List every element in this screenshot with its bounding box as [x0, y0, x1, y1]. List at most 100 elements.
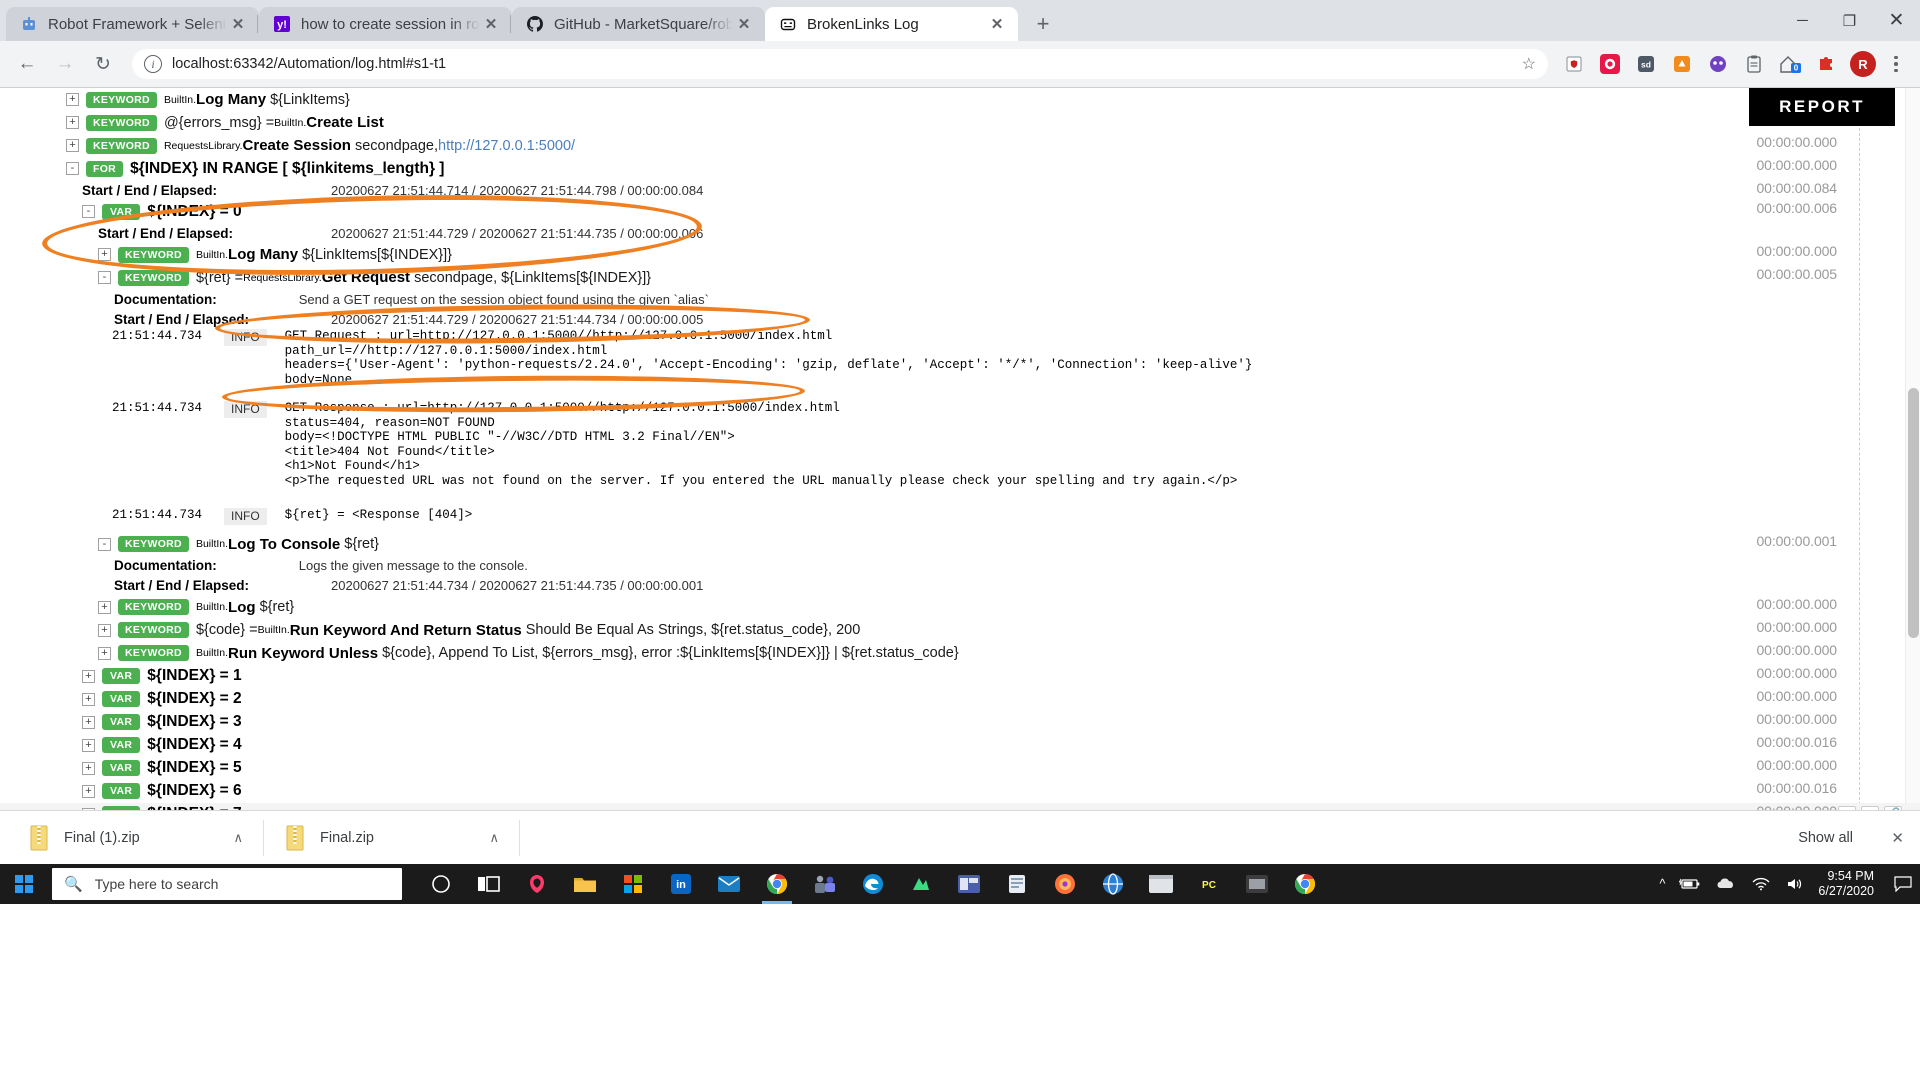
chevron-up-icon[interactable]: ∧: [475, 830, 513, 846]
clipboard-extension-icon[interactable]: [1739, 49, 1769, 79]
row-type-badge[interactable]: VAR: [102, 668, 141, 684]
close-downloads-bar-icon[interactable]: ✕: [1891, 829, 1904, 847]
row-type-badge[interactable]: FOR: [86, 160, 124, 177]
download-item-0[interactable]: Final (1).zip ∧: [14, 819, 264, 856]
task-view-icon[interactable]: [468, 864, 510, 904]
keyword-arg-link[interactable]: http://127.0.0.1:5000/: [438, 138, 575, 154]
wifi-icon[interactable]: [1744, 877, 1778, 891]
log-keyword-row[interactable]: + KEYWORD BuiltIn. Log ${ret} 00:00:00.000: [0, 596, 1920, 619]
row-type-badge[interactable]: KEYWORD: [118, 536, 189, 552]
log-keyword-row[interactable]: + KEYWORD RequestsLibrary. Create Session s…: [0, 134, 1920, 157]
dark-app-icon[interactable]: [1236, 864, 1278, 904]
close-icon[interactable]: ✕: [480, 13, 502, 35]
bookmark-star-icon[interactable]: ☆: [1512, 54, 1536, 74]
log-keyword-row[interactable]: + KEYWORD @{errors_msg} = BuiltIn. Create L…: [0, 111, 1920, 134]
expand-toggle[interactable]: +: [66, 139, 79, 152]
show-hidden-icons-icon[interactable]: ^: [1653, 877, 1673, 891]
row-type-badge[interactable]: VAR: [102, 691, 141, 707]
chrome-menu-icon[interactable]: [1882, 55, 1910, 73]
close-icon[interactable]: ✕: [227, 13, 249, 35]
terminal-icon[interactable]: [1140, 864, 1182, 904]
red-recorder-extension-icon[interactable]: [1595, 49, 1625, 79]
edge-icon[interactable]: [852, 864, 894, 904]
row-type-badge[interactable]: KEYWORD: [118, 599, 189, 615]
mail-icon[interactable]: [708, 864, 750, 904]
row-type-badge[interactable]: KEYWORD: [86, 114, 157, 131]
volume-icon[interactable]: [1778, 877, 1812, 891]
log-keyword-row[interactable]: + KEYWORD BuiltIn. Log Many ${LinkItems[${I…: [0, 243, 1920, 266]
log-keyword-row[interactable]: + KEYWORD BuiltIn. Run Keyword Unless ${cod…: [0, 642, 1920, 665]
expand-toggle[interactable]: -: [82, 205, 95, 218]
expand-toggle[interactable]: +: [82, 669, 95, 683]
browser-blue-icon[interactable]: [1092, 864, 1134, 904]
maximize-button[interactable]: ❐: [1826, 0, 1873, 41]
back-icon[interactable]: ←: [10, 47, 44, 81]
row-type-badge[interactable]: VAR: [102, 714, 141, 730]
window-app-icon[interactable]: [948, 864, 990, 904]
log-var-row[interactable]: - VAR ${INDEX} = 0 00:00:00.006: [0, 200, 1920, 223]
forward-icon[interactable]: →: [48, 47, 82, 81]
avatar[interactable]: R: [1850, 51, 1876, 77]
log-var-row[interactable]: + VAR ${INDEX} = 2 00:00:00.000: [0, 688, 1920, 711]
expand-toggle[interactable]: -: [98, 537, 111, 551]
log-keyword-row[interactable]: + KEYWORD ${code} = BuiltIn. Run Keyword An…: [0, 619, 1920, 642]
log-var-row[interactable]: + VAR ${INDEX} = 6 00:00:00.016: [0, 780, 1920, 803]
log-var-row[interactable]: + VAR ${INDEX} = 1 00:00:00.000: [0, 665, 1920, 688]
shield-extension-icon[interactable]: [1559, 49, 1589, 79]
reload-icon[interactable]: ↻: [86, 47, 120, 81]
expand-toggle[interactable]: -: [66, 162, 79, 175]
expand-toggle[interactable]: +: [82, 715, 95, 729]
row-type-badge[interactable]: VAR: [102, 203, 141, 220]
log-var-row[interactable]: + VAR ${INDEX} = 5 00:00:00.000: [0, 757, 1920, 780]
close-window-button[interactable]: ✕: [1873, 0, 1920, 41]
purple-extension-icon[interactable]: [1703, 49, 1733, 79]
row-type-badge[interactable]: KEYWORD: [86, 91, 157, 108]
firefox-icon[interactable]: [1044, 864, 1086, 904]
row-type-badge[interactable]: KEYWORD: [118, 246, 189, 263]
chrome-taskbar-icon[interactable]: [756, 864, 798, 904]
taskbar-clock[interactable]: 9:54 PM 6/27/2020: [1812, 869, 1886, 899]
close-icon[interactable]: ✕: [733, 13, 755, 35]
row-type-badge[interactable]: KEYWORD: [118, 645, 189, 661]
expand-toggle[interactable]: +: [66, 93, 79, 106]
document-app-icon[interactable]: [996, 864, 1038, 904]
report-button[interactable]: REPORT: [1749, 88, 1895, 126]
expand-toggle[interactable]: +: [82, 738, 95, 752]
start-button[interactable]: [0, 864, 48, 904]
chrome-taskbar-icon-2[interactable]: [1284, 864, 1326, 904]
log-keyword-row[interactable]: - KEYWORD BuiltIn. Log To Console ${ret} 00:…: [0, 533, 1920, 556]
battery-icon[interactable]: [1672, 877, 1708, 891]
sd-extension-icon[interactable]: sd: [1631, 49, 1661, 79]
pycharm-icon[interactable]: PC: [1188, 864, 1230, 904]
site-info-icon[interactable]: i: [144, 55, 162, 73]
row-type-badge[interactable]: VAR: [102, 783, 141, 799]
onedrive-icon[interactable]: [1708, 877, 1744, 891]
browser-tab-3[interactable]: BrokenLinks Log ✕: [765, 7, 1018, 41]
row-type-badge[interactable]: VAR: [102, 737, 141, 753]
expand-toggle[interactable]: +: [82, 784, 95, 798]
expand-toggle[interactable]: +: [82, 692, 95, 706]
row-type-badge[interactable]: KEYWORD: [118, 622, 189, 638]
log-for-row[interactable]: - FOR ${INDEX} IN RANGE [ ${linkitems_leng…: [0, 157, 1920, 180]
expand-toggle[interactable]: +: [66, 116, 79, 129]
firefox-dev-icon[interactable]: [516, 864, 558, 904]
browser-tab-0[interactable]: Robot Framework + Selenium W ✕: [6, 7, 259, 41]
expand-toggle[interactable]: +: [98, 646, 111, 660]
row-type-badge[interactable]: KEYWORD: [118, 269, 189, 286]
puzzle-extension-icon[interactable]: [1811, 49, 1841, 79]
linkedin-icon[interactable]: in: [660, 864, 702, 904]
expand-toggle[interactable]: -: [98, 271, 111, 284]
green-app-icon[interactable]: [900, 864, 942, 904]
expand-toggle[interactable]: +: [98, 623, 111, 637]
taskbar-search-input[interactable]: 🔍 Type here to search: [52, 868, 402, 900]
file-explorer-icon[interactable]: [564, 864, 606, 904]
download-item-1[interactable]: Final.zip ∧: [270, 819, 520, 856]
new-tab-button[interactable]: +: [1026, 7, 1060, 41]
log-var-row[interactable]: + VAR ${INDEX} = 4 00:00:00.016: [0, 734, 1920, 757]
chevron-up-icon[interactable]: ∧: [219, 830, 257, 846]
browser-tab-1[interactable]: y! how to create session in robotfra ✕: [257, 7, 512, 41]
row-type-badge[interactable]: KEYWORD: [86, 137, 157, 154]
show-all-downloads-button[interactable]: Show all: [1785, 823, 1866, 853]
log-var-row[interactable]: +VAR${INDEX} = 700:00:00.000▾▴🔗: [0, 802, 1920, 810]
log-var-row[interactable]: + VAR ${INDEX} = 3 00:00:00.000: [0, 711, 1920, 734]
